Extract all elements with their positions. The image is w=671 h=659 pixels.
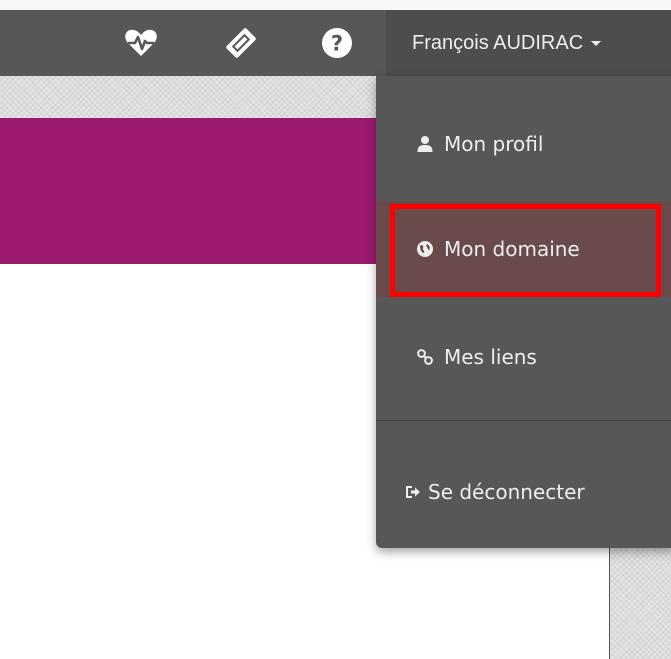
globe-icon <box>416 240 434 258</box>
menu-item-liens[interactable]: Mes liens <box>376 309 671 405</box>
menu-item-domaine[interactable]: Mon domaine <box>376 201 671 297</box>
menu-item-label: Mon profil <box>444 132 544 156</box>
menu-item-label: Se déconnecter <box>428 480 585 504</box>
ticket-icon[interactable] <box>224 26 258 60</box>
menu-divider <box>376 420 671 421</box>
caret-down-icon <box>591 41 602 47</box>
menu-item-logout[interactable]: Se déconnecter <box>376 444 671 540</box>
help-icon[interactable]: ? <box>320 26 354 60</box>
top-navbar: ? François AUDIRAC <box>0 10 671 76</box>
menu-item-label: Mon domaine <box>444 237 580 261</box>
link-icon <box>416 348 434 366</box>
user-menu-toggle[interactable]: François AUDIRAC <box>386 10 671 76</box>
menu-item-label: Mes liens <box>444 345 537 369</box>
user-dropdown-menu: Mon profil Mon domaine Mes liens Se déco… <box>376 76 671 548</box>
logout-icon <box>404 483 422 501</box>
menu-item-profil[interactable]: Mon profil <box>376 96 671 192</box>
heartbeat-icon[interactable] <box>124 26 158 60</box>
svg-text:?: ? <box>331 32 343 56</box>
user-icon <box>416 135 434 153</box>
top-strip <box>0 0 671 10</box>
user-name: François AUDIRAC <box>412 32 584 54</box>
